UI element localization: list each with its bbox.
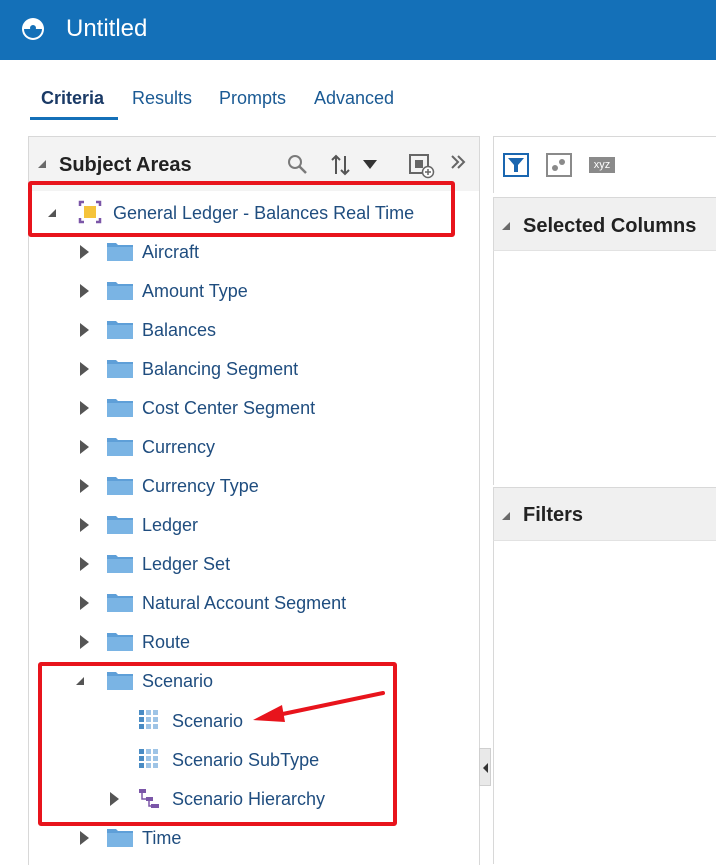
- collapse-selected-columns-icon[interactable]: [502, 222, 510, 230]
- search-icon[interactable]: [287, 154, 309, 176]
- sort-icon[interactable]: [329, 153, 353, 177]
- expand-folder-icon[interactable]: [80, 635, 89, 649]
- expand-folder-icon[interactable]: [80, 831, 89, 845]
- tree-folder-amount-type[interactable]: Amount Type: [28, 275, 478, 307]
- page-title: Untitled: [66, 15, 148, 42]
- tree-folder-balances[interactable]: Balances: [28, 314, 478, 346]
- tree-folder-route[interactable]: Route: [28, 626, 478, 658]
- app-header: Untitled: [0, 0, 716, 60]
- folder-icon: [107, 282, 133, 300]
- folder-icon: [107, 399, 133, 417]
- folder-icon: [107, 516, 133, 534]
- tree-folder-time[interactable]: Time: [28, 822, 478, 854]
- tree-folder-label[interactable]: Balances: [142, 319, 216, 341]
- tree-folder-label[interactable]: Natural Account Segment: [142, 592, 346, 614]
- tree-folder-label[interactable]: Aircraft: [142, 241, 199, 263]
- filter-icon[interactable]: [503, 153, 529, 177]
- tree-folder-label[interactable]: Currency Type: [142, 475, 259, 497]
- folder-icon: [107, 243, 133, 261]
- folder-icon: [107, 438, 133, 456]
- tab-results[interactable]: Results: [132, 86, 192, 110]
- sort-menu-chevron-down-icon[interactable]: [363, 160, 377, 170]
- tree-folder-label[interactable]: Balancing Segment: [142, 358, 298, 380]
- filters-header: Filters: [493, 487, 716, 541]
- expand-folder-icon[interactable]: [80, 245, 89, 259]
- folder-icon: [107, 555, 133, 573]
- expand-folder-icon[interactable]: [80, 362, 89, 376]
- tree-folder-natural-account-segment[interactable]: Natural Account Segment: [28, 587, 478, 619]
- editor-tabs: Criteria Results Prompts Advanced: [0, 60, 716, 122]
- tab-advanced[interactable]: Advanced: [314, 86, 394, 110]
- oracle-analytics-logo-icon: [22, 18, 44, 40]
- tree-folder-currency-type[interactable]: Currency Type: [28, 470, 478, 502]
- tree-folder-label[interactable]: Ledger: [142, 514, 198, 536]
- subject-areas-title: Subject Areas: [59, 154, 192, 176]
- xyz-icon[interactable]: xyz: [589, 157, 615, 173]
- expand-panel-icon[interactable]: [449, 153, 467, 171]
- selected-columns-title: Selected Columns: [523, 215, 697, 237]
- selected-columns-area[interactable]: [493, 251, 716, 485]
- tree-folder-label[interactable]: Amount Type: [142, 280, 248, 302]
- tree-folder-cost-center-segment[interactable]: Cost Center Segment: [28, 392, 478, 424]
- tree-folder-aircraft[interactable]: Aircraft: [28, 236, 478, 268]
- tree-folder-balancing-segment[interactable]: Balancing Segment: [28, 353, 478, 385]
- folder-icon: [107, 321, 133, 339]
- expand-folder-icon[interactable]: [80, 401, 89, 415]
- root-highlight-box: [28, 181, 455, 237]
- collapse-filters-icon[interactable]: [502, 512, 510, 520]
- expand-folder-icon[interactable]: [80, 479, 89, 493]
- panel-splitter-handle[interactable]: [479, 748, 491, 786]
- filters-title: Filters: [523, 504, 584, 526]
- folder-icon: [107, 360, 133, 378]
- tree-folder-currency[interactable]: Currency: [28, 431, 478, 463]
- edit-formula-icon[interactable]: [546, 153, 572, 177]
- tree-folder-label[interactable]: Ledger Set: [142, 553, 230, 575]
- tab-prompts[interactable]: Prompts: [219, 86, 286, 110]
- tree-folder-label[interactable]: Time: [142, 827, 181, 849]
- active-tab-indicator: [30, 117, 118, 120]
- folder-icon: [107, 829, 133, 847]
- tree-folder-label[interactable]: Route: [142, 631, 190, 653]
- collapse-subject-areas-icon[interactable]: [38, 160, 46, 168]
- criteria-toolbar: xyz: [493, 136, 716, 193]
- tree-folder-label[interactable]: Cost Center Segment: [142, 397, 315, 419]
- folder-icon: [107, 594, 133, 612]
- collapse-left-panel-icon[interactable]: [483, 763, 488, 773]
- expand-folder-icon[interactable]: [80, 557, 89, 571]
- expand-folder-icon[interactable]: [80, 596, 89, 610]
- expand-folder-icon[interactable]: [80, 284, 89, 298]
- tree-folder-ledger-set[interactable]: Ledger Set: [28, 548, 478, 580]
- expand-folder-icon[interactable]: [80, 323, 89, 337]
- folder-icon: [107, 477, 133, 495]
- tree-folder-ledger[interactable]: Ledger: [28, 509, 478, 541]
- selected-columns-header: Selected Columns: [493, 197, 716, 251]
- folder-icon: [107, 633, 133, 651]
- tree-folder-label[interactable]: Currency: [142, 436, 215, 458]
- add-subject-area-icon[interactable]: [407, 151, 435, 179]
- tab-criteria[interactable]: Criteria: [41, 86, 104, 110]
- expand-folder-icon[interactable]: [80, 440, 89, 454]
- annotation-arrow-icon: [253, 691, 385, 722]
- filters-area[interactable]: [493, 541, 716, 864]
- expand-folder-icon[interactable]: [80, 518, 89, 532]
